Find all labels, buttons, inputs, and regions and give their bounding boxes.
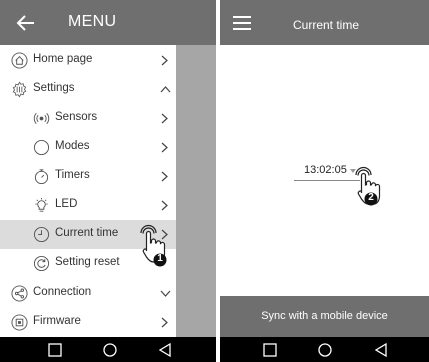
sensor-icon — [33, 112, 50, 125]
drawer-scrim[interactable] — [176, 0, 216, 337]
square-icon[interactable] — [47, 342, 63, 358]
menu-item-label: Current time — [55, 227, 119, 239]
menu-item-label: LED — [55, 198, 78, 210]
tap-hand-hint-1: 1 — [139, 224, 173, 268]
menu-item-label: Setting reset — [55, 256, 120, 268]
led-bulb-icon — [35, 197, 48, 212]
time-value: 13:02:05 — [304, 164, 347, 176]
share-icon — [11, 285, 28, 302]
settings-sliders-icon — [12, 81, 27, 98]
android-navbar-right — [220, 337, 429, 362]
menu-item-label: Firmware — [33, 315, 81, 327]
hamburger-icon[interactable] — [233, 16, 251, 30]
menu-item-sensors[interactable]: Sensors — [0, 104, 176, 133]
menu-item-timers[interactable]: Timers — [0, 162, 176, 191]
circle-icon[interactable] — [102, 342, 118, 358]
android-navbar-left — [0, 337, 216, 362]
menu-item-label: Sensors — [55, 111, 98, 123]
menu-item-home-page[interactable]: Home page — [0, 46, 176, 75]
menu-item-label: Connection — [33, 286, 92, 298]
sync-button[interactable]: Sync with a mobile device — [220, 296, 429, 337]
menu-header: MENU — [0, 0, 176, 45]
menu-item-modes[interactable]: Modes — [0, 133, 176, 162]
current-time-screen: Current time 13:02:05 2 Sync with a mobi… — [220, 0, 429, 362]
page-title: Current time — [293, 18, 360, 32]
menu-item-label: Modes — [55, 140, 90, 152]
timer-icon — [34, 169, 49, 185]
menu-item-settings[interactable]: Settings — [0, 75, 176, 104]
tap-step-number: 2 — [368, 192, 374, 203]
menu-item-firmware[interactable]: Firmware — [0, 308, 176, 337]
square-icon[interactable] — [262, 342, 278, 358]
home-icon — [11, 52, 28, 69]
menu-screen: MENU Home page Settings Sensors Modes Ti… — [0, 0, 216, 362]
mode-circle-icon — [33, 139, 50, 156]
menu-item-led[interactable]: LED — [0, 191, 176, 220]
menu-item-label: Home page — [33, 53, 93, 65]
chevron-right-icon — [161, 200, 168, 211]
chevron-right-icon — [161, 317, 168, 328]
title-bar: Current time — [220, 0, 429, 45]
scrim-header — [176, 0, 216, 45]
triangle-back-icon[interactable] — [373, 342, 389, 358]
chip-icon — [11, 314, 28, 331]
arrow-left-icon[interactable] — [14, 11, 38, 35]
time-picker-field[interactable]: 13:02:05 — [294, 163, 360, 181]
circle-icon[interactable] — [317, 342, 333, 358]
reset-icon — [33, 255, 50, 272]
tap-step-number: 1 — [157, 253, 163, 264]
navigation-drawer: MENU Home page Settings Sensors Modes Ti… — [0, 0, 176, 337]
chevron-right-icon — [161, 142, 168, 153]
tap-hand-hint-2: 2 — [354, 166, 388, 210]
chevron-up-icon — [160, 86, 171, 93]
triangle-back-icon[interactable] — [157, 342, 173, 358]
menu-item-label: Settings — [33, 82, 75, 94]
clock-icon — [33, 226, 50, 243]
chevron-right-icon — [161, 171, 168, 182]
chevron-right-icon — [161, 113, 168, 124]
chevron-right-icon — [161, 55, 168, 66]
menu-item-connection[interactable]: Connection — [0, 279, 176, 308]
menu-title: MENU — [68, 13, 117, 30]
chevron-down-icon — [160, 290, 171, 297]
menu-item-label: Timers — [55, 169, 90, 181]
tap-hand-icon — [355, 166, 381, 206]
